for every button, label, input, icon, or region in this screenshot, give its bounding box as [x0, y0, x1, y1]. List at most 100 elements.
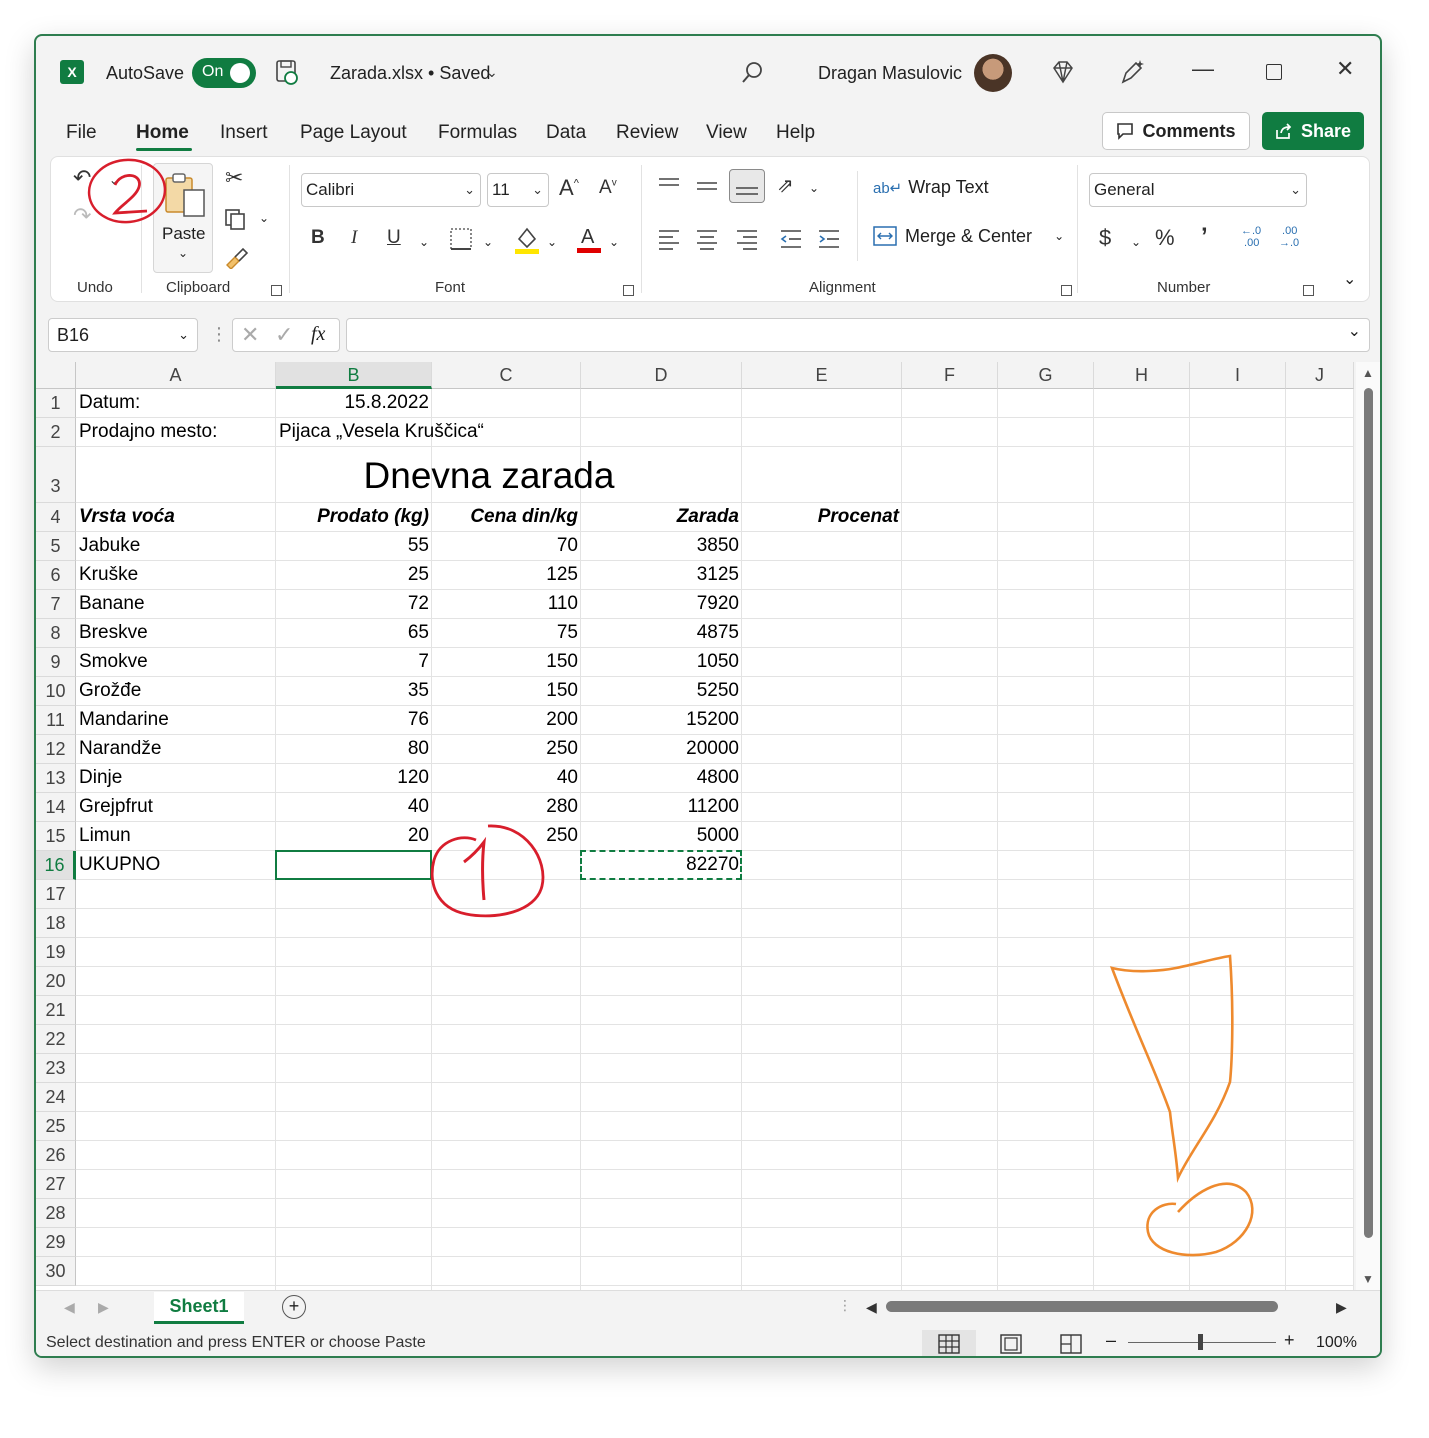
- row-header-2[interactable]: 2: [36, 418, 76, 447]
- zoom-out-icon[interactable]: –: [1106, 1330, 1116, 1351]
- menu-insert[interactable]: Insert: [220, 122, 268, 144]
- align-left-icon[interactable]: [657, 227, 681, 256]
- menu-review[interactable]: Review: [616, 122, 678, 144]
- ribbon-expand-icon[interactable]: ⌄: [1343, 269, 1356, 289]
- cell-fruit-name[interactable]: Limun: [76, 822, 276, 850]
- cell-fruit-name[interactable]: Mandarine: [76, 706, 276, 734]
- cell-profit[interactable]: 5250: [581, 677, 742, 705]
- menu-formulas[interactable]: Formulas: [438, 122, 517, 144]
- row-header-18[interactable]: 18: [36, 909, 76, 938]
- number-launcher-icon[interactable]: [1303, 285, 1314, 296]
- cell-fruit-name[interactable]: Jabuke: [76, 532, 276, 560]
- decrease-decimal-icon[interactable]: .00 →.0: [1279, 225, 1299, 249]
- cell-kg[interactable]: 76: [276, 706, 432, 734]
- row-header-3[interactable]: 3: [36, 447, 76, 503]
- column-header-d[interactable]: D: [581, 362, 742, 389]
- row-header-24[interactable]: 24: [36, 1083, 76, 1112]
- row-header-21[interactable]: 21: [36, 996, 76, 1025]
- column-header-e[interactable]: E: [742, 362, 902, 389]
- cell-price[interactable]: 150: [432, 677, 581, 705]
- row-header-11[interactable]: 11: [36, 706, 76, 735]
- row-header-5[interactable]: 5: [36, 532, 76, 561]
- orientation-icon[interactable]: ⇗: [777, 173, 794, 198]
- cell-kg[interactable]: 40: [276, 793, 432, 821]
- menu-page-layout[interactable]: Page Layout: [300, 122, 407, 144]
- cell-kg[interactable]: 20: [276, 822, 432, 850]
- cell-kg[interactable]: 120: [276, 764, 432, 792]
- row-header-14[interactable]: 14: [36, 793, 76, 822]
- cell-kg[interactable]: 80: [276, 735, 432, 763]
- row-header-7[interactable]: 7: [36, 590, 76, 619]
- font-size-select[interactable]: 11 ⌄: [487, 173, 549, 207]
- bold-icon[interactable]: B: [311, 227, 325, 249]
- tab-sheet1[interactable]: Sheet1: [154, 1292, 244, 1324]
- cell-profit[interactable]: 15200: [581, 706, 742, 734]
- currency-icon[interactable]: $: [1099, 225, 1111, 251]
- fill-color-dropdown-icon[interactable]: ⌄: [547, 235, 557, 249]
- cell-fruit-name[interactable]: Breskve: [76, 619, 276, 647]
- cell-profit[interactable]: 5000: [581, 822, 742, 850]
- row-header-28[interactable]: 28: [36, 1199, 76, 1228]
- vertical-scroll-thumb[interactable]: [1364, 388, 1373, 1238]
- scroll-down-icon[interactable]: ▼: [1362, 1272, 1374, 1286]
- scroll-right-icon[interactable]: ▶: [1336, 1299, 1347, 1316]
- row-header-16[interactable]: 16: [36, 851, 76, 880]
- cancel-icon[interactable]: ✕: [241, 322, 259, 348]
- italic-icon[interactable]: I: [351, 227, 357, 249]
- scissors-icon[interactable]: ✂: [225, 165, 243, 191]
- file-title[interactable]: Zarada.xlsx • Saved: [330, 63, 490, 84]
- align-top-icon[interactable]: [657, 175, 681, 202]
- row-header-13[interactable]: 13: [36, 764, 76, 793]
- cell-kg[interactable]: 35: [276, 677, 432, 705]
- add-sheet-icon[interactable]: +: [282, 1295, 306, 1319]
- row-header-15[interactable]: 15: [36, 822, 76, 851]
- row-header-22[interactable]: 22: [36, 1025, 76, 1054]
- cell-kg[interactable]: 72: [276, 590, 432, 618]
- cell-fruit-name[interactable]: Narandže: [76, 735, 276, 763]
- merge-center-button[interactable]: Merge & Center ⌄: [873, 225, 1064, 247]
- cell-kg[interactable]: 55: [276, 532, 432, 560]
- horizontal-scroll-thumb[interactable]: [886, 1301, 1278, 1312]
- normal-view-button[interactable]: [922, 1330, 976, 1356]
- header-cell-3[interactable]: Zarada: [581, 503, 742, 531]
- cell-fruit-name[interactable]: Grejpfrut: [76, 793, 276, 821]
- row-header-6[interactable]: 6: [36, 561, 76, 590]
- menu-view[interactable]: View: [706, 122, 747, 144]
- cell-price[interactable]: 150: [432, 648, 581, 676]
- cell-fruit-name[interactable]: Smokve: [76, 648, 276, 676]
- row-header-29[interactable]: 29: [36, 1228, 76, 1257]
- column-header-g[interactable]: G: [998, 362, 1094, 389]
- column-header-h[interactable]: H: [1094, 362, 1190, 389]
- insert-function-icon[interactable]: fx: [311, 323, 325, 346]
- cell-profit[interactable]: 4800: [581, 764, 742, 792]
- cell-profit[interactable]: 7920: [581, 590, 742, 618]
- cell-profit[interactable]: 3125: [581, 561, 742, 589]
- cell-fruit-name[interactable]: Kruške: [76, 561, 276, 589]
- header-cell-0[interactable]: Vrsta voća: [76, 503, 276, 531]
- diamond-icon[interactable]: [1050, 60, 1076, 89]
- zoom-slider-thumb[interactable]: [1198, 1334, 1203, 1350]
- column-header-i[interactable]: I: [1190, 362, 1286, 389]
- row-header-17[interactable]: 17: [36, 880, 76, 909]
- header-cell-1[interactable]: Prodato (kg): [276, 503, 432, 531]
- row-header-12[interactable]: 12: [36, 735, 76, 764]
- select-all-corner[interactable]: [36, 362, 76, 389]
- scroll-up-icon[interactable]: ▲: [1362, 366, 1374, 380]
- cell-profit[interactable]: 11200: [581, 793, 742, 821]
- cell-b2[interactable]: Pijaca „Vesela Kruščica“: [276, 418, 581, 446]
- pen-sparkle-icon[interactable]: [1118, 58, 1146, 91]
- confirm-icon[interactable]: ✓: [275, 322, 293, 348]
- increase-font-icon[interactable]: A^: [559, 175, 579, 201]
- autosave-toggle[interactable]: On: [192, 58, 256, 88]
- cell-price[interactable]: 280: [432, 793, 581, 821]
- alignment-launcher-icon[interactable]: [1061, 285, 1072, 296]
- column-header-c[interactable]: C: [432, 362, 581, 389]
- fill-color-icon[interactable]: [513, 225, 541, 260]
- close-icon[interactable]: ✕: [1336, 56, 1354, 82]
- format-painter-icon[interactable]: [223, 245, 249, 274]
- currency-dropdown-icon[interactable]: ⌄: [1131, 235, 1141, 249]
- sheet-heading[interactable]: Dnevna zarada: [76, 455, 902, 497]
- menu-home[interactable]: Home: [136, 122, 189, 144]
- wrap-text-button[interactable]: ab↵ Wrap Text: [873, 177, 989, 198]
- cell-profit[interactable]: 20000: [581, 735, 742, 763]
